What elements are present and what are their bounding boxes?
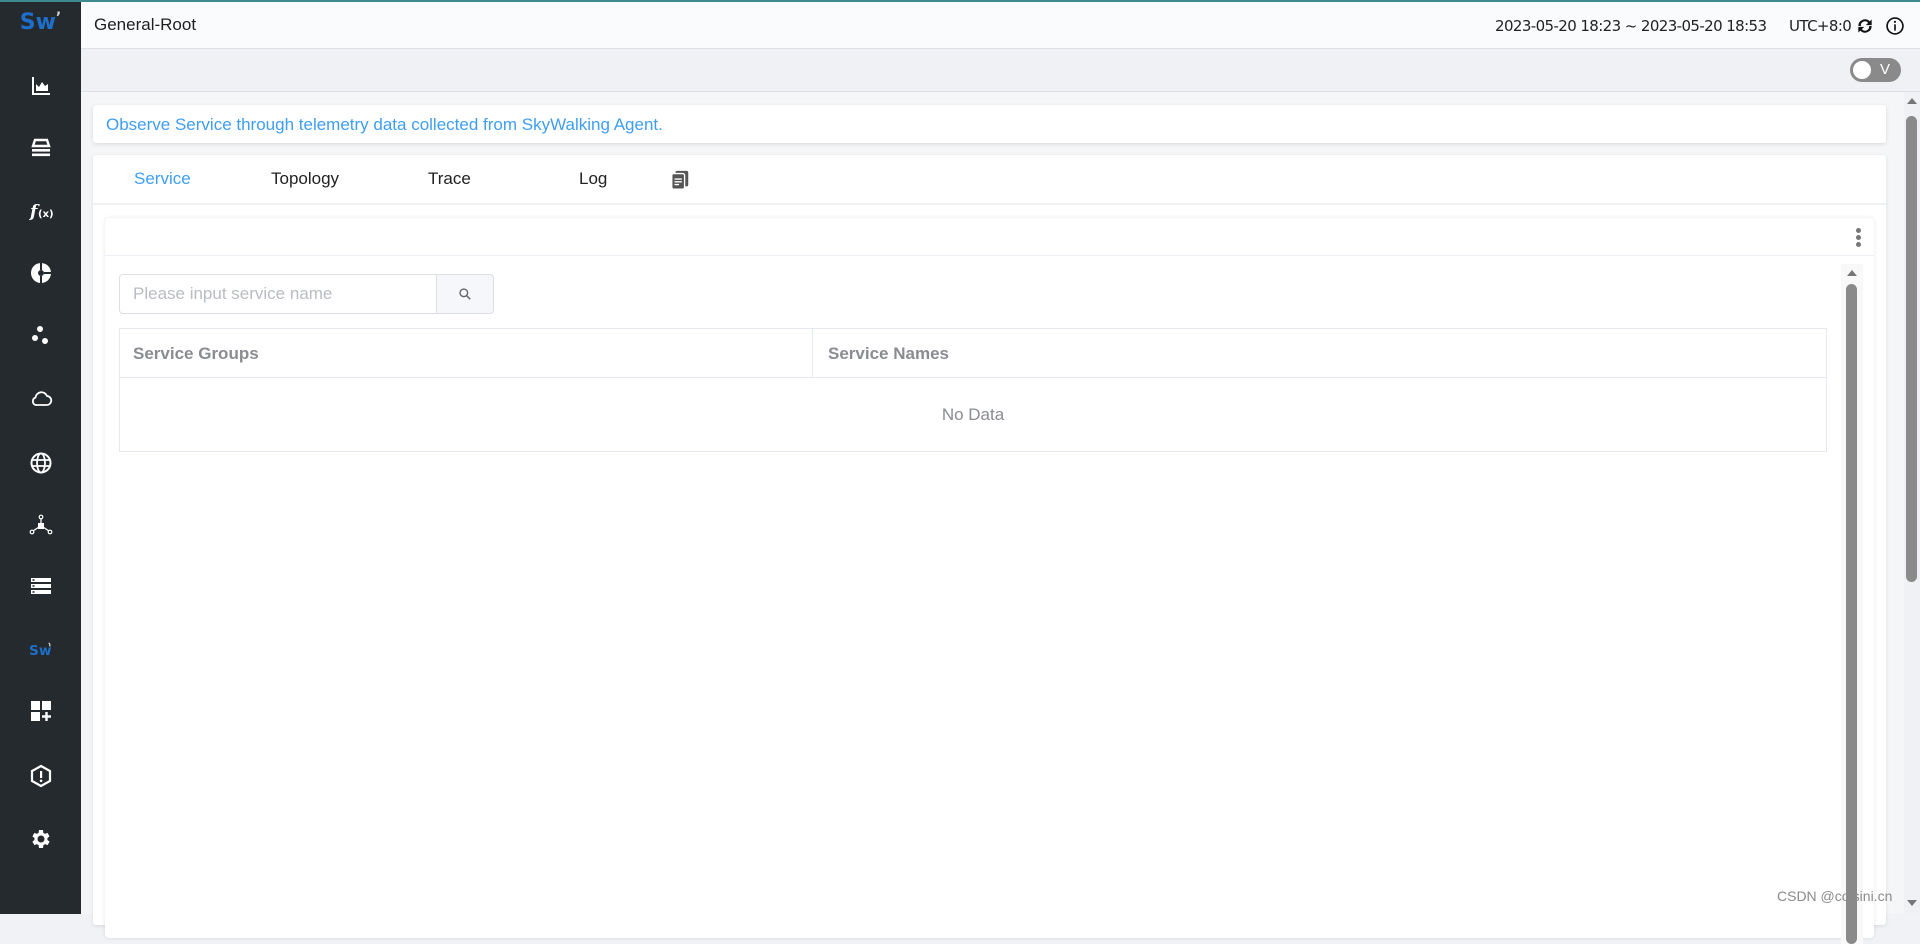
watermark-text: CSDN @coisini.cn: [1777, 888, 1893, 904]
top-accent-line: [0, 0, 1920, 2]
service-list-widget: Service Groups Service Names No Data: [105, 218, 1874, 944]
copy-tab-button[interactable]: [669, 169, 691, 191]
globe-icon: [30, 452, 51, 474]
service-search: [119, 274, 494, 314]
empty-state-text: No Data: [941, 405, 1005, 424]
widget-header: [105, 218, 1874, 256]
page-scrollbar[interactable]: [1904, 92, 1920, 914]
sidebar-item-general-service[interactable]: [0, 126, 81, 170]
scroll-up-arrow-icon[interactable]: [1847, 270, 1857, 276]
sidebar-item-marketplace[interactable]: [0, 64, 81, 108]
column-header-service-groups[interactable]: Service Groups: [120, 329, 813, 378]
tab-trace[interactable]: Trace: [428, 169, 471, 189]
tab-topology[interactable]: Topology: [271, 169, 339, 189]
tab-bar: Service Topology Trace Log: [93, 155, 1886, 205]
area-chart-icon: [31, 77, 50, 95]
skywalking-logo-icon: Sw: [29, 642, 52, 659]
info-button[interactable]: [1885, 16, 1905, 36]
sidebar-item-gateway[interactable]: [0, 503, 81, 547]
service-search-input[interactable]: [119, 274, 437, 314]
svg-text:(x): (x): [38, 209, 53, 220]
sidebar-item-database[interactable]: [0, 564, 81, 608]
column-header-service-names[interactable]: Service Names: [813, 329, 1826, 378]
description-card: Observe Service through telemetry data c…: [93, 105, 1886, 143]
sidebar-item-service-mesh[interactable]: [0, 251, 81, 295]
server-list-icon: [30, 578, 51, 594]
sidebar-item-dashboards[interactable]: [0, 689, 81, 733]
refresh-button[interactable]: [1855, 16, 1875, 36]
tab-container: Service Topology Trace Log Service Group…: [93, 155, 1886, 944]
logo-text: Sw: [19, 10, 56, 35]
more-options-icon[interactable]: [1852, 226, 1864, 248]
sidebar-item-alerting[interactable]: [0, 754, 81, 798]
dots-icon: [31, 326, 48, 344]
refresh-icon: [1858, 19, 1872, 33]
svg-text:Sw: Sw: [29, 643, 52, 659]
timezone-label: UTC+8:0: [1789, 17, 1852, 35]
sidebar-item-settings[interactable]: [0, 817, 81, 861]
alert-hexagon-icon: [30, 764, 51, 788]
logo-arc-icon: ’: [55, 10, 62, 26]
scrollbar-thumb[interactable]: [1846, 284, 1857, 944]
network-node-icon: [29, 514, 52, 535]
page-scrollbar-thumb[interactable]: [1906, 116, 1917, 582]
skywalking-logo[interactable]: Sw’: [0, 10, 81, 40]
table-header: Service Groups Service Names: [120, 329, 1826, 378]
widget-scrollbar[interactable]: [1841, 264, 1863, 944]
gear-icon: [31, 830, 50, 848]
sidebar: Sw’ f (x) Sw: [0, 0, 81, 914]
toggle-knob: [1853, 61, 1871, 79]
add-widget-icon: [30, 701, 51, 721]
cloud-icon: [31, 391, 52, 406]
layers-icon: [30, 138, 51, 157]
time-range-picker[interactable]: 2023-05-20 18:23 ~ 2023-05-20 18:53: [1495, 17, 1767, 35]
sidebar-item-self-observability[interactable]: Sw: [0, 627, 81, 671]
page-scroll-up-icon[interactable]: [1907, 98, 1917, 104]
service-table: Service Groups Service Names No Data: [119, 328, 1827, 452]
page-title: General-Root: [94, 15, 197, 34]
info-icon: [1886, 17, 1904, 35]
sidebar-item-browser[interactable]: [0, 441, 81, 485]
function-icon: f (x): [29, 202, 53, 222]
search-button[interactable]: [436, 274, 494, 314]
tab-service[interactable]: Service: [134, 169, 191, 189]
sidebar-item-functions[interactable]: f (x): [0, 189, 81, 233]
document-copy-icon: [671, 170, 689, 190]
description-text: Observe Service through telemetry data c…: [106, 115, 663, 134]
page-scroll-down-icon[interactable]: [1907, 900, 1917, 906]
pie-chart-icon: [30, 263, 51, 283]
tab-log[interactable]: Log: [579, 169, 607, 189]
main-content: Observe Service through telemetry data c…: [81, 92, 1904, 944]
sidebar-item-infrastructure[interactable]: [0, 376, 81, 420]
sub-toolbar: V: [81, 49, 1920, 92]
edit-mode-toggle[interactable]: V: [1850, 58, 1901, 82]
sidebar-item-kubernetes[interactable]: [0, 313, 81, 357]
search-icon: [459, 288, 471, 300]
top-header: General-Root 2023-05-20 18:23 ~ 2023-05-…: [81, 2, 1920, 49]
toggle-label: V: [1880, 61, 1891, 78]
